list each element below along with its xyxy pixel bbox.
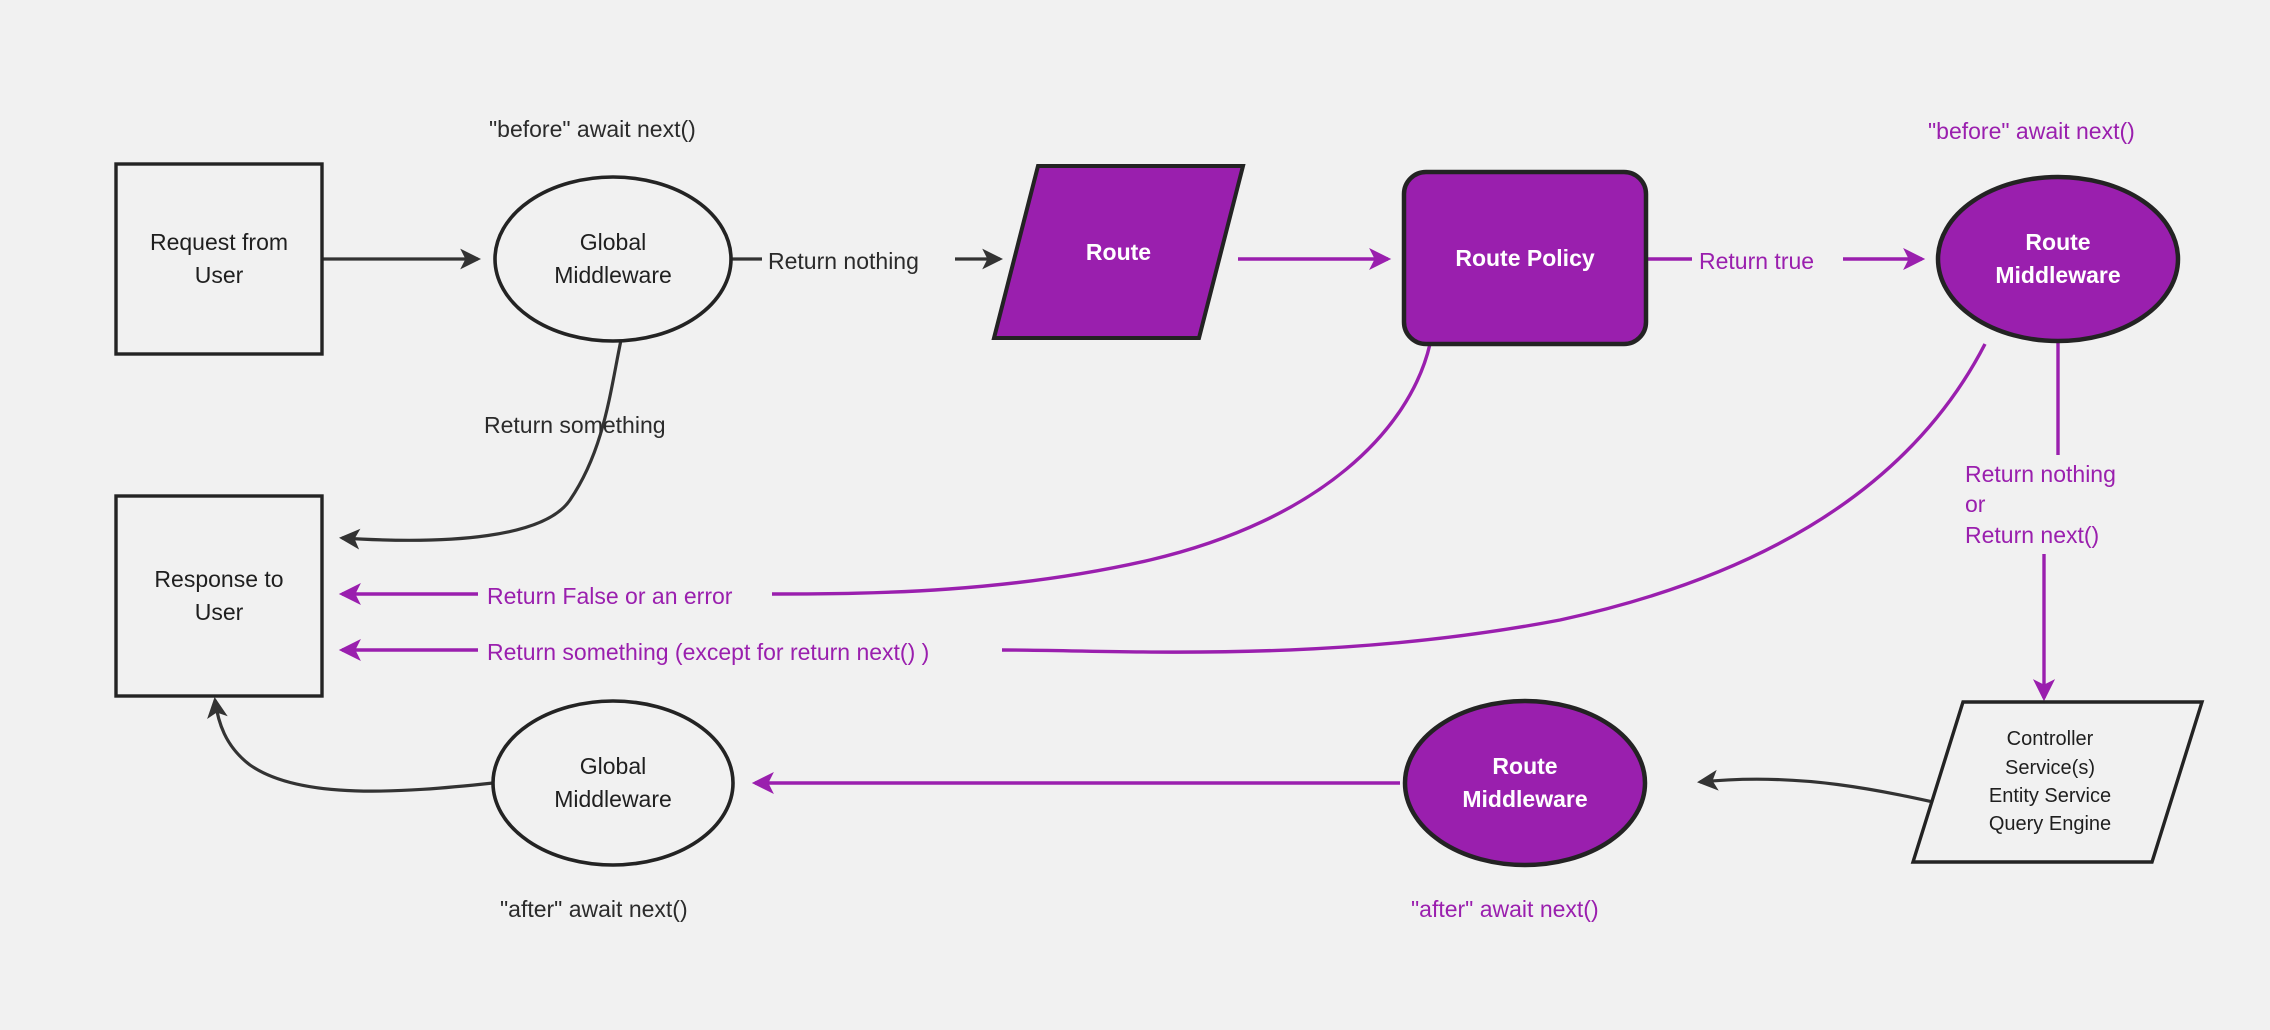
edge-label-return-true: Return true <box>1699 248 1815 274</box>
return-nothing-or-next-line3: Return next() <box>1965 521 2100 548</box>
nodes-layer <box>114 162 2205 868</box>
edge-label-return-nothing: Return nothing <box>768 248 919 274</box>
node-route[interactable] <box>991 164 1246 340</box>
edge-label-return-false-or-error: Return False or an error <box>487 583 733 609</box>
node-response-to-user[interactable] <box>114 494 324 698</box>
annotation-after-await-next-global: "after" await next() <box>500 896 688 922</box>
return-nothing-or-next-line2: or <box>1965 491 1986 518</box>
edge-label-return-something-except-next: Return something (except for return next… <box>487 639 930 665</box>
node-route-middleware-top[interactable] <box>1935 174 2181 344</box>
annotation-after-await-next-route: "after" await next() <box>1411 896 1599 922</box>
node-global-middleware-bottom[interactable] <box>491 699 735 867</box>
annotation-before-await-next-global: "before" await next() <box>489 116 696 142</box>
edge-label-return-nothing-or-next: Return nothing or Return next() <box>1965 459 2116 550</box>
annotation-before-await-next-route: "before" await next() <box>1928 118 2135 144</box>
node-request-from-user[interactable] <box>114 162 324 356</box>
node-route-middleware-bottom[interactable] <box>1402 698 1648 868</box>
edge-label-return-something: Return something <box>484 412 666 438</box>
node-global-middleware-top[interactable] <box>493 175 733 343</box>
return-nothing-or-next-line1: Return nothing <box>1965 461 2116 487</box>
flowchart-diagram: Request from User Global Middleware Rout… <box>0 0 2270 1030</box>
node-controller-stack[interactable] <box>1910 700 2205 864</box>
node-route-policy[interactable] <box>1401 169 1649 347</box>
